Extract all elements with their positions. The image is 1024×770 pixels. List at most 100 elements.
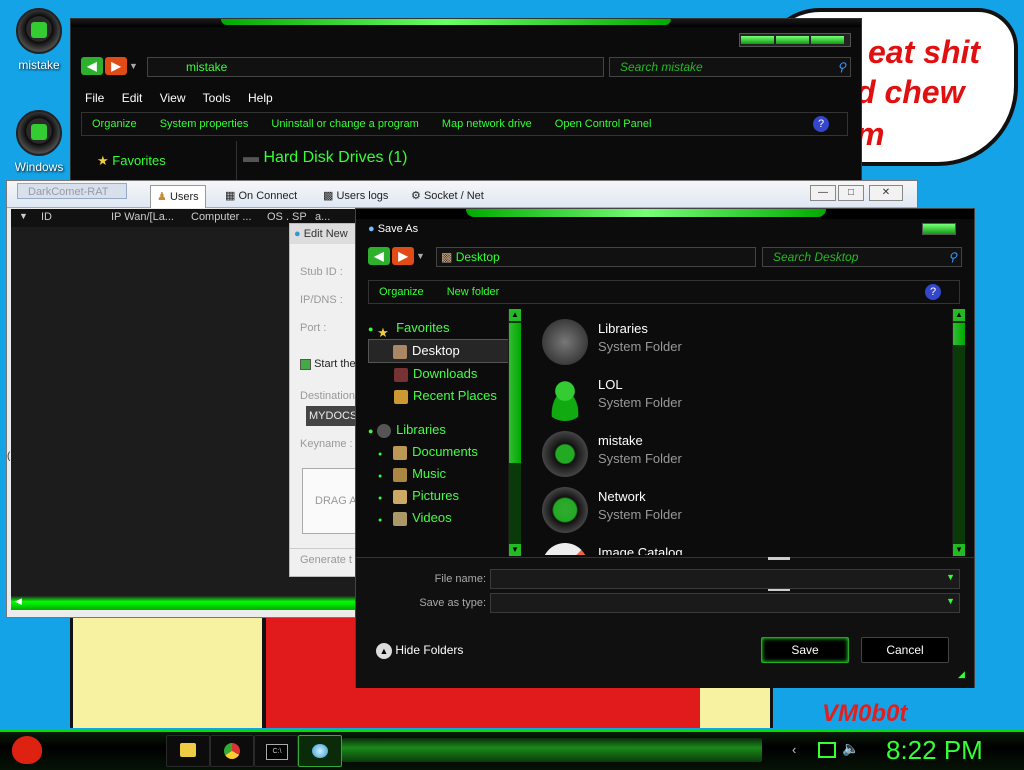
back-arrow-icon[interactable]: ◀ [81,57,103,75]
navigation-tree: ● ★ Favorites Desktop Downloads Recent Pl… [368,317,518,529]
cmd-organize[interactable]: Organize [92,118,137,130]
start-checkbox[interactable]: Start the [300,358,356,370]
tab-socket-net[interactable]: ⚙ Socket / Net [405,185,490,207]
desktop-icon-windows[interactable]: Windows [4,110,74,174]
close-button[interactable]: ✕ [869,185,903,201]
scroll-up-icon[interactable]: ▲ [953,309,965,321]
cmd-map-drive[interactable]: Map network drive [442,118,532,130]
chevron-down-icon[interactable]: ▼ [946,572,955,582]
sidebar-favorites[interactable]: ★ Favorites [97,153,166,169]
scroll-left-icon[interactable]: ◀ [15,596,22,607]
documents-icon [393,445,408,460]
back-arrow-icon[interactable]: ◀ [368,247,390,265]
cmd-uninstall[interactable]: Uninstall or change a program [271,118,418,130]
menu-view[interactable]: View [160,91,186,105]
window-top-bar [71,19,861,27]
tab-users[interactable]: ♟ Users [150,185,206,208]
tree-item-pictures[interactable]: ● Pictures [368,485,518,507]
minimize-button[interactable]: — [810,185,836,201]
cmd-system-properties[interactable]: System properties [160,118,249,130]
menu-help[interactable]: Help [248,91,273,105]
window-controls[interactable] [739,33,851,47]
chevron-down-icon[interactable]: ▼ [946,596,955,606]
tree-scroll-thumb[interactable] [509,323,521,463]
menu-tools[interactable]: Tools [203,91,231,105]
signature-text: VM0b0t [822,700,908,727]
recent-places-icon [394,389,408,404]
taskbar-console[interactable]: C:\ [254,735,298,767]
tree-item-documents[interactable]: ● Documents [368,441,518,463]
search-icon: ⚲ [948,250,957,264]
explorer-window[interactable]: ◀ ▶ ▼ mistake Search mistake ⚲ File Edit… [70,18,862,195]
help-icon[interactable]: ? [813,116,829,132]
cancel-button[interactable]: Cancel [861,637,949,663]
taskbar-rat[interactable] [298,735,342,767]
file-name-field[interactable]: ▼ [490,569,960,589]
tree-item-downloads[interactable]: Downloads [368,363,518,385]
search-input[interactable]: Search Desktop ⚲ [762,247,962,267]
file-item-mistake[interactable]: mistake System Folder [542,427,842,483]
tree-item-recent-places[interactable]: Recent Places [368,385,518,407]
file-item-image-catalog[interactable]: Image Catalog [542,539,842,555]
organize-button[interactable]: Organize [379,286,424,298]
tree-item-videos[interactable]: ● Videos [368,507,518,529]
file-name: Libraries [598,321,648,336]
col-a[interactable]: a... [315,211,330,223]
file-item-network[interactable]: Network System Folder [542,483,842,539]
desktop-icon-mistake[interactable]: mistake [4,8,74,72]
chevron-down-icon[interactable]: ▼ [416,247,425,265]
menu-edit[interactable]: Edit [122,91,143,105]
taskbar-glow-bar [342,738,762,762]
help-icon[interactable]: ? [925,284,941,300]
save-as-dialog[interactable]: ● Save As ◀ ▶ ▼ ▩ Desktop Search Desktop… [355,208,975,688]
scroll-up-icon[interactable]: ▲ [509,309,521,321]
maximize-button[interactable]: □ [838,185,864,201]
tree-favorites[interactable]: ● ★ Favorites [368,317,518,340]
dialog-command-bar: Organize New folder ? [368,280,960,304]
save-button[interactable]: Save [761,637,849,663]
stub-id-label: Stub ID : [300,266,343,278]
col-os[interactable]: OS . SP [267,211,307,223]
save-type-select[interactable]: ▼ [490,593,960,613]
close-button[interactable] [922,223,956,235]
resize-grip-icon[interactable]: ◢ [958,669,965,680]
cmd-control-panel[interactable]: Open Control Panel [555,118,652,130]
tree-libraries[interactable]: ● Libraries [368,419,518,441]
tree-scrollbar[interactable]: ▲ ▼ [508,309,521,556]
volume-icon[interactable]: 🔈 [842,740,859,757]
address-bar[interactable]: ▩ Desktop [436,247,756,267]
file-scroll-thumb[interactable] [953,323,965,345]
file-item-libraries[interactable]: Libraries System Folder [542,315,842,371]
section-heading[interactable]: ▬ Hard Disk Drives (1) [243,149,407,167]
tab-on-connect[interactable]: ▦ On Connect [219,185,303,207]
drag-drop-area[interactable]: DRAG A [302,468,362,534]
address-bar[interactable]: mistake [147,57,604,77]
search-input[interactable]: Search mistake ⚲ [609,57,851,77]
file-scrollbar[interactable]: ▲ ▼ [952,309,965,556]
tab-users-logs[interactable]: ▩ Users logs [317,185,394,207]
scroll-down-icon[interactable]: ▼ [509,544,521,556]
destination-field[interactable]: MYDOCS\ [306,406,356,426]
scroll-down-icon[interactable]: ▼ [953,544,965,556]
tree-item-music[interactable]: ● Music [368,463,518,485]
hide-folders-button[interactable]: ▲ Hide Folders [376,643,463,659]
sort-down-icon[interactable]: ▼ [19,211,28,221]
globe-icon [16,8,62,54]
gear-icon: ● [294,228,301,240]
monitor-tray-icon[interactable] [818,742,836,758]
network-tray-icon[interactable]: ‹ [792,742,796,757]
new-folder-button[interactable]: New folder [447,286,500,298]
forward-arrow-icon[interactable]: ▶ [392,247,414,265]
taskbar-folder[interactable] [166,735,210,767]
forward-arrow-icon[interactable]: ▶ [105,57,127,75]
taskbar-chrome[interactable] [210,735,254,767]
col-computer[interactable]: Computer ... [191,211,252,223]
col-ip[interactable]: IP Wan/[La... [111,211,174,223]
taskbar-clock[interactable]: 8:22 PM [886,735,983,766]
tree-item-desktop[interactable]: Desktop [368,339,518,363]
file-item-lol[interactable]: LOL System Folder [542,371,842,427]
col-id[interactable]: ID [41,211,52,223]
menu-file[interactable]: File [85,91,104,105]
start-button[interactable] [8,732,48,770]
chevron-down-icon[interactable]: ▼ [129,57,138,75]
